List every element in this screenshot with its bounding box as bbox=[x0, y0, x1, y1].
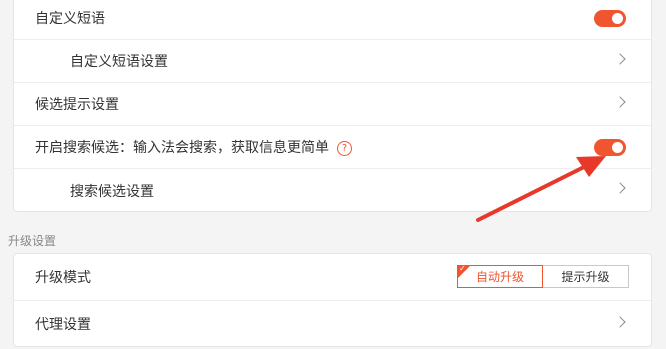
prompt-upgrade-label: 提示升级 bbox=[561, 270, 610, 284]
upgrade-section-title: 升级设置 bbox=[8, 234, 57, 248]
auto-upgrade-option[interactable]: ✓ 自动升级 bbox=[457, 264, 543, 288]
chevron-right-icon bbox=[614, 316, 626, 328]
auto-upgrade-label: 自动升级 bbox=[475, 270, 524, 284]
custom-phrase-row: 自定义短语 bbox=[14, 0, 651, 40]
custom-phrase-settings-label: 自定义短语设置 bbox=[70, 54, 168, 70]
search-candidates-toggle[interactable] bbox=[594, 139, 626, 156]
candidate-hint-settings-row[interactable]: 候选提示设置 bbox=[14, 83, 651, 126]
search-candidates-row: 开启搜索候选：输入法会搜索，获取信息更简单? bbox=[14, 126, 651, 169]
toggle-knob bbox=[612, 13, 623, 24]
help-icon[interactable]: ? bbox=[337, 140, 352, 156]
input-settings-card: 自定义短语 自定义短语设置 候选提示设置 开启搜索候选：输入法会搜索，获取信息更… bbox=[13, 0, 652, 212]
search-candidates-text: 开启搜索候选：输入法会搜索，获取信息更简单 bbox=[35, 140, 329, 156]
prompt-upgrade-option[interactable]: 提示升级 bbox=[543, 265, 629, 288]
search-candidates-settings-row[interactable]: 搜索候选设置 bbox=[14, 169, 651, 212]
chevron-right-icon bbox=[614, 96, 626, 108]
upgrade-mode-row: 升级模式 ✓ 自动升级 提示升级 bbox=[14, 254, 651, 301]
chevron-right-icon bbox=[614, 53, 626, 65]
upgrade-mode-segmented: ✓ 自动升级 提示升级 bbox=[457, 264, 629, 288]
check-icon: ✓ bbox=[459, 264, 466, 273]
chevron-right-icon bbox=[614, 182, 626, 194]
search-candidates-label: 开启搜索候选：输入法会搜索，获取信息更简单? bbox=[14, 137, 352, 157]
toggle-knob bbox=[612, 142, 623, 153]
custom-phrase-settings-row[interactable]: 自定义短语设置 bbox=[14, 40, 651, 83]
upgrade-mode-label: 升级模式 bbox=[35, 270, 91, 286]
proxy-settings-row[interactable]: 代理设置 bbox=[14, 301, 651, 346]
proxy-settings-label: 代理设置 bbox=[35, 316, 91, 333]
custom-phrase-toggle[interactable] bbox=[594, 10, 626, 27]
candidate-hint-settings-label: 候选提示设置 bbox=[35, 97, 119, 113]
upgrade-settings-card: 升级模式 ✓ 自动升级 提示升级 代理设置 bbox=[13, 253, 652, 347]
custom-phrase-label: 自定义短语 bbox=[35, 11, 105, 27]
search-candidates-settings-label: 搜索候选设置 bbox=[70, 183, 154, 200]
